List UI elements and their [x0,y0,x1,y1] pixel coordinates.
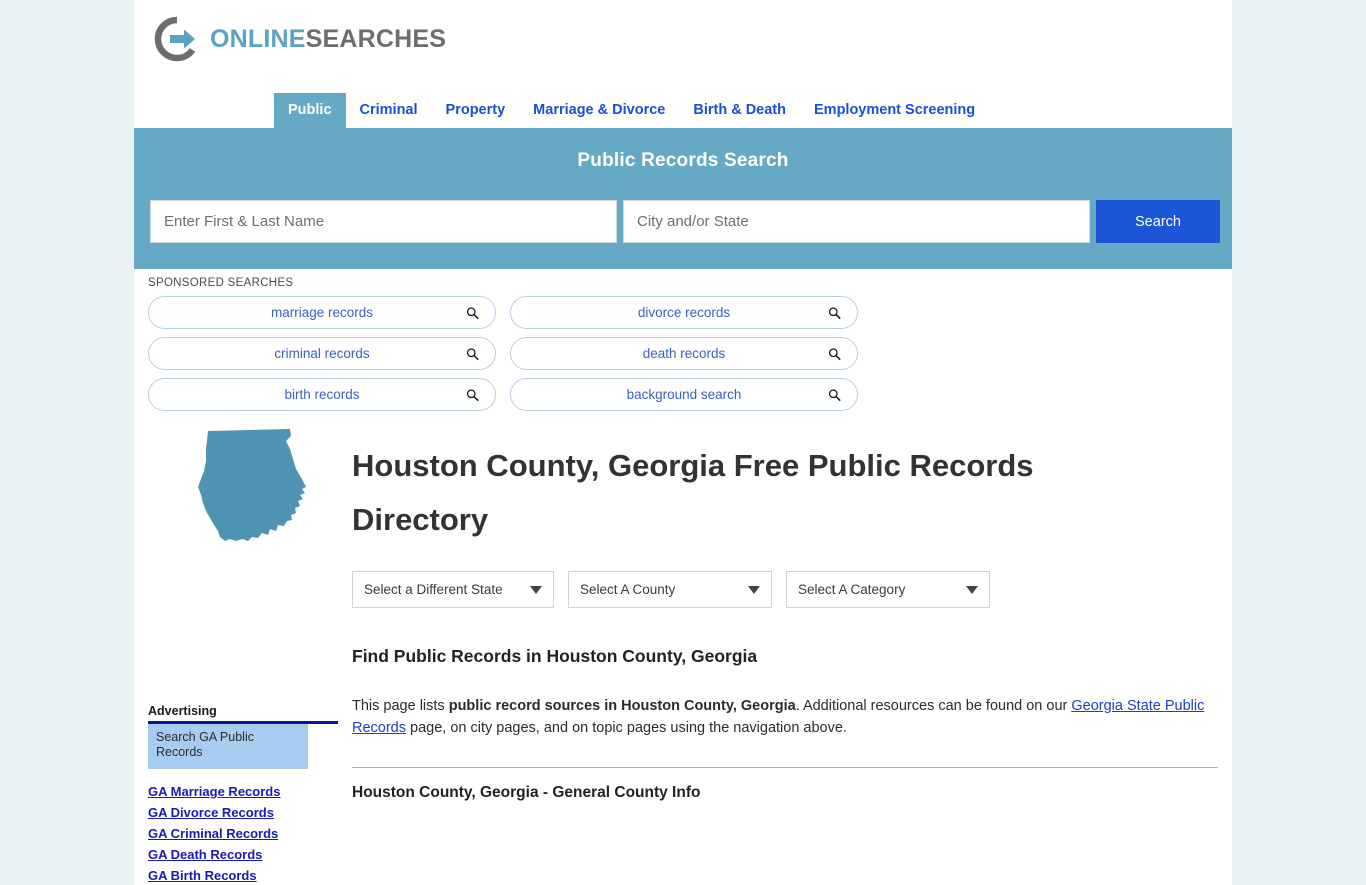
select-state-dropdown[interactable]: Select a Different State [352,571,554,608]
search-band-title: Public Records Search [577,150,789,171]
chevron-down-icon [748,585,760,594]
sponsored-pill-marriage-records[interactable]: marriage records [148,296,496,329]
select-county-value: Select A County [580,582,676,597]
tab-criminal[interactable]: Criminal [346,93,432,129]
select-category-dropdown[interactable]: Select A Category [786,571,990,608]
sponsored-pill-criminal-records[interactable]: criminal records [148,337,496,370]
sidebar-link-ga-divorce-records[interactable]: GA Divorce Records [148,804,338,822]
search-icon [828,388,841,401]
tab-birth-death[interactable]: Birth & Death [679,93,800,129]
online-searches-logo-icon [154,16,200,62]
paragraph-text-part2: . Additional resources can be found on o… [795,698,1072,714]
section-heading: Find Public Records in Houston County, G… [352,646,758,666]
select-county-dropdown[interactable]: Select A County [568,571,772,608]
logo-word-searches: SEARCHES [305,24,447,53]
sponsored-pill-background-search[interactable]: background search [510,378,858,411]
sponsored-pill-divorce-records[interactable]: divorce records [510,296,858,329]
sponsored-pill-grid: marriage records divorce records crimina… [148,296,1218,411]
tab-property[interactable]: Property [432,93,520,129]
georgia-state-map-icon [192,429,310,549]
main-column: Houston County, Georgia Free Public Reco… [338,425,1218,885]
sidebar-link-ga-birth-records[interactable]: GA Birth Records [148,867,338,885]
paragraph-text-part3: page, on city pages, and on topic pages … [406,720,847,736]
advertising-block: Advertising Search GA Public Records GA … [148,704,338,885]
sidebar-link-ga-marriage-records[interactable]: GA Marriage Records [148,783,338,801]
sponsored-pill-label: marriage records [270,305,374,320]
select-state-value: Select a Different State [364,582,503,597]
site-logo[interactable]: ONLINESEARCHES [154,16,446,62]
sponsored-searches-section: SPONSORED SEARCHES marriage records divo… [134,269,1232,411]
chevron-down-icon [966,585,978,594]
sidebar-link-ga-criminal-records[interactable]: GA Criminal Records [148,825,338,843]
sponsored-pill-label: divorce records [637,305,731,320]
sponsored-searches-label: SPONSORED SEARCHES [148,277,294,289]
sponsored-pill-label: death records [642,346,726,361]
search-icon [466,347,479,360]
tab-marriage-divorce[interactable]: Marriage & Divorce [519,93,679,129]
search-icon [466,306,479,319]
search-icon [466,388,479,401]
select-category-value: Select A Category [798,582,906,597]
tab-public[interactable]: Public [274,92,346,128]
left-sidebar: Advertising Search GA Public Records GA … [148,425,338,885]
intro-paragraph: This page lists public record sources in… [352,695,1218,739]
sponsored-pill-birth-records[interactable]: birth records [148,378,496,411]
main-content: Advertising Search GA Public Records GA … [134,425,1232,885]
filter-dropdowns: Select a Different State Select A County… [352,571,1218,608]
logo-word-online: ONLINE [210,24,306,53]
sponsored-pill-death-records[interactable]: death records [510,337,858,370]
sidebar-link-list: GA Marriage Records GA Divorce Records G… [148,783,338,885]
chevron-down-icon [530,585,542,594]
paragraph-bold-sources: public record sources in Houston County,… [448,698,796,714]
main-navigation: Public Criminal Property Marriage & Divo… [134,84,1232,128]
advertising-promo-box[interactable]: Search GA Public Records [148,724,308,769]
paragraph-text-part1: This page lists [352,698,449,714]
sponsored-pill-label: birth records [284,387,360,402]
page-title: Houston County, Georgia Free Public Reco… [352,448,1034,537]
sponsored-pill-label: background search [626,387,742,402]
advertising-title: Advertising [148,704,217,718]
search-name-input[interactable] [150,200,617,243]
search-icon [828,306,841,319]
search-city-state-input[interactable] [623,200,1090,243]
tab-employment-screening[interactable]: Employment Screening [800,93,989,129]
search-form: Search [150,200,1220,243]
general-county-info-heading: Houston County, Georgia - General County… [352,784,701,801]
sponsored-pill-label: criminal records [274,346,370,361]
search-submit-button[interactable]: Search [1096,200,1220,243]
sidebar-link-ga-death-records[interactable]: GA Death Records [148,846,338,864]
logo-wordmark: ONLINESEARCHES [210,25,446,54]
page-container: ONLINESEARCHES Public Criminal Property … [134,0,1232,885]
site-header: ONLINESEARCHES [134,0,1232,84]
public-records-search-band: Public Records Search Search [134,128,1232,269]
search-icon [828,347,841,360]
